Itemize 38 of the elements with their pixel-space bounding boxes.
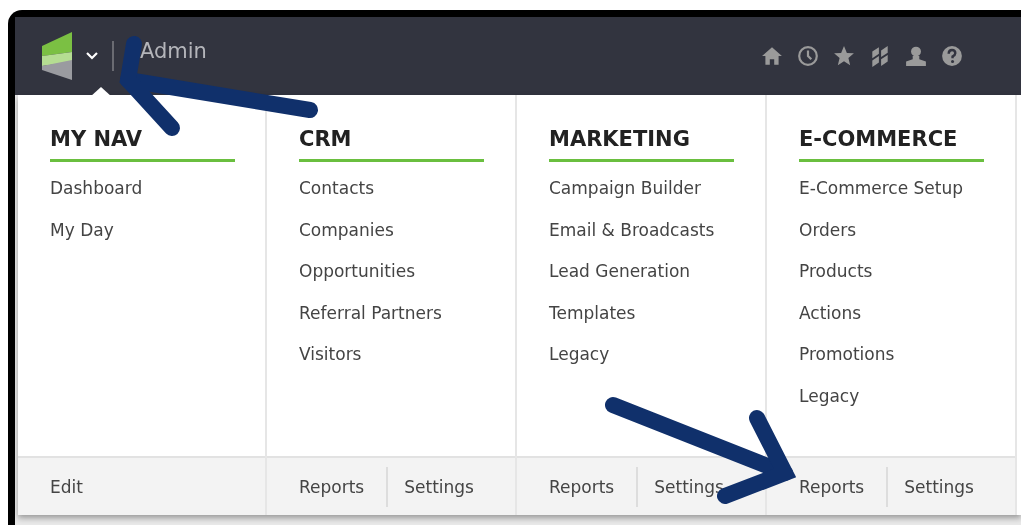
star-icon[interactable] xyxy=(833,45,855,67)
menu-link[interactable]: Visitors xyxy=(299,344,362,365)
column-heading: MY NAV xyxy=(50,127,235,162)
menu-link[interactable]: E-Commerce Setup xyxy=(799,178,964,198)
home-icon[interactable] xyxy=(761,45,783,67)
footer-link[interactable]: Reports xyxy=(549,476,615,497)
column-heading: CRM xyxy=(299,127,484,162)
user-icon[interactable] xyxy=(905,45,927,67)
menu-link[interactable]: Legacy xyxy=(799,385,860,406)
column-heading: MARKETING xyxy=(549,127,734,162)
menu-link[interactable]: Campaign Builder xyxy=(549,178,701,198)
menu-link[interactable]: Referral Partners xyxy=(299,302,442,323)
menu-link[interactable]: Email & Broadcasts xyxy=(549,219,715,240)
footer-link[interactable]: Settings xyxy=(404,476,474,497)
stacked-blocks-icon[interactable] xyxy=(869,45,891,67)
menu-link[interactable]: Products xyxy=(799,261,873,282)
column-heading: E-COMMERCE xyxy=(799,127,984,162)
footer-link[interactable]: Settings xyxy=(904,476,974,497)
menu-link[interactable]: Legacy xyxy=(549,344,610,365)
menu-link[interactable]: Actions xyxy=(799,302,862,323)
logo-icon xyxy=(42,32,72,80)
footer-link[interactable]: Reports xyxy=(299,476,365,497)
footer-link[interactable]: Reports xyxy=(799,476,865,497)
menu-link[interactable]: Lead Generation xyxy=(549,261,691,282)
page-title: Admin xyxy=(140,39,207,63)
menu-link[interactable]: Dashboard xyxy=(50,178,143,198)
menu-link[interactable]: Promotions xyxy=(799,344,895,365)
menu-link[interactable]: Contacts xyxy=(299,178,374,198)
menu-link[interactable]: My Day xyxy=(50,219,114,240)
footer-link[interactable]: Settings xyxy=(654,476,724,497)
footer-link[interactable]: Edit xyxy=(50,476,83,497)
help-icon[interactable] xyxy=(941,45,963,67)
clock-icon[interactable] xyxy=(797,45,819,67)
menu-link[interactable]: Orders xyxy=(799,219,857,240)
menu-link[interactable]: Opportunities xyxy=(299,261,415,282)
menu-link[interactable]: Companies xyxy=(299,219,394,240)
caret-icon[interactable] xyxy=(86,52,98,60)
menu-link[interactable]: Templates xyxy=(549,302,636,323)
